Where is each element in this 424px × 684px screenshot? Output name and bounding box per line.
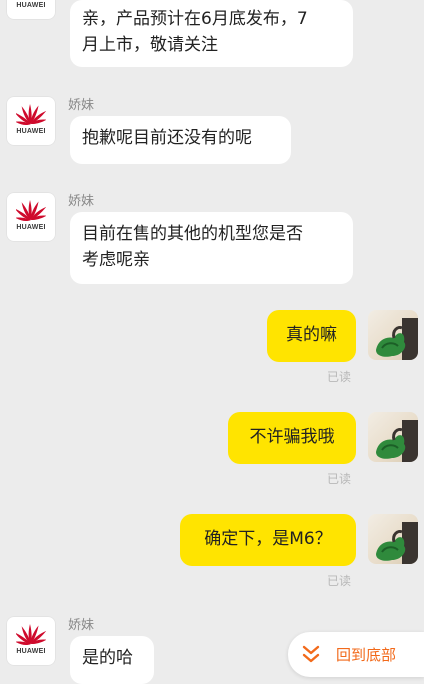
message-bubble[interactable]: 抱歉呢目前还没有的呢 bbox=[70, 116, 291, 164]
user-avatar[interactable] bbox=[368, 514, 418, 564]
brand-label: HUAWEI bbox=[16, 648, 46, 655]
brand-label: HUAWEI bbox=[16, 224, 46, 231]
plant-photo-icon bbox=[376, 420, 418, 462]
brand-label: HUAWEI bbox=[16, 2, 46, 9]
brand-label: HUAWEI bbox=[16, 128, 46, 135]
sender-name: 娇妹 bbox=[68, 618, 95, 633]
sender-name: 娇妹 bbox=[68, 194, 95, 209]
back-to-bottom-button[interactable]: 回到底部 bbox=[288, 632, 424, 677]
huawei-avatar[interactable]: HUAWEI bbox=[6, 96, 56, 146]
huawei-logo-icon bbox=[16, 624, 46, 646]
message-bubble[interactable]: 真的嘛 bbox=[267, 310, 356, 362]
message-row: HUAWEI 娇妹 目前在售的其他的机型您是否 考虑呢亲 bbox=[0, 188, 424, 288]
huawei-avatar[interactable]: HUAWEI bbox=[6, 0, 56, 20]
back-to-bottom-label: 回到底部 bbox=[336, 646, 397, 664]
read-status: 已读 bbox=[327, 370, 352, 384]
message-row: HUAWEI 娇妹 抱歉呢目前还没有的呢 bbox=[0, 92, 424, 172]
plant-photo-icon bbox=[376, 522, 418, 564]
message-row: 确定下，是M6？ 已读 bbox=[0, 510, 424, 594]
message-bubble[interactable]: 确定下，是M6？ bbox=[180, 514, 356, 566]
read-status: 已读 bbox=[327, 472, 352, 486]
read-status: 已读 bbox=[327, 574, 352, 588]
double-chevron-down-icon bbox=[302, 645, 320, 663]
message-row: 真的嘛 已读 bbox=[0, 306, 424, 390]
sender-name: 娇妹 bbox=[68, 98, 95, 113]
user-avatar[interactable] bbox=[368, 310, 418, 360]
user-avatar[interactable] bbox=[368, 412, 418, 462]
message-bubble[interactable]: 不许骗我哦 bbox=[228, 412, 356, 464]
huawei-logo-icon bbox=[16, 104, 46, 126]
huawei-avatar[interactable]: HUAWEI bbox=[6, 616, 56, 666]
huawei-logo-icon bbox=[16, 200, 46, 222]
message-bubble[interactable]: 目前在售的其他的机型您是否 考虑呢亲 bbox=[70, 212, 353, 284]
message-row: HUAWEI 亲，产品预计在6月底发布，7 月上市，敬请关注 bbox=[0, 0, 424, 70]
plant-photo-icon bbox=[376, 318, 418, 360]
message-row: 不许骗我哦 已读 bbox=[0, 408, 424, 492]
message-bubble[interactable]: 亲，产品预计在6月底发布，7 月上市，敬请关注 bbox=[70, 0, 353, 67]
huawei-avatar[interactable]: HUAWEI bbox=[6, 192, 56, 242]
